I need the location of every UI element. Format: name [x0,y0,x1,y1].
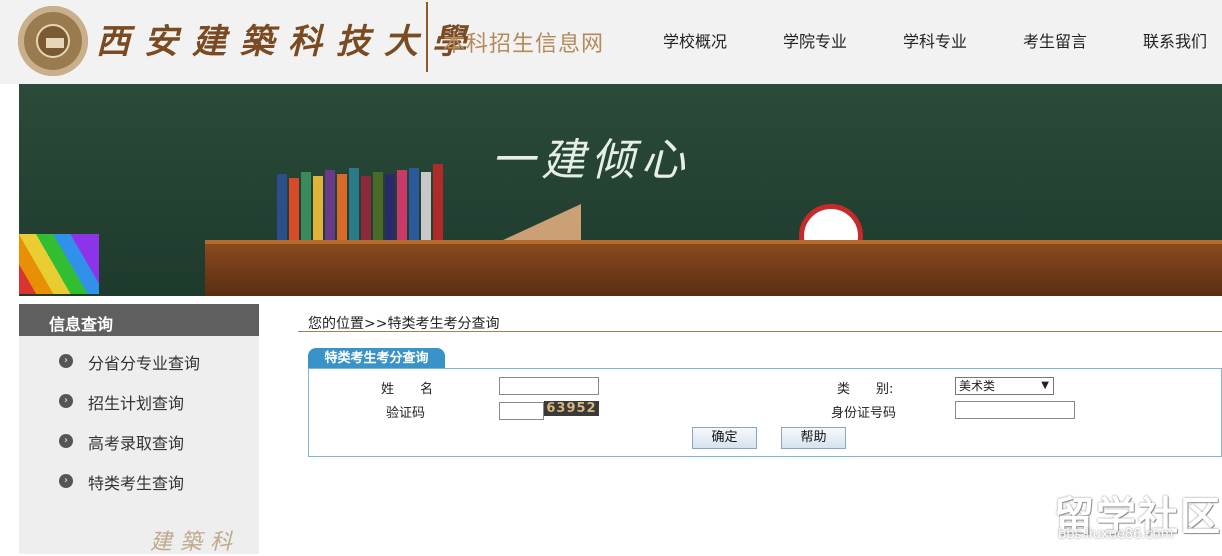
book-icon [373,172,383,244]
id-number-label: 身份证号码 [831,406,897,421]
sidebar-item-label: 招生计划查询 [88,394,185,413]
submit-button[interactable]: 确定 [692,427,757,449]
book-icon [313,176,323,244]
arrow-right-circle-icon: › [59,394,73,408]
panel-tab-title: 特类考生考分查询 [308,348,445,368]
site-title: 本科招生信息网 [443,32,605,57]
banner-slogan: 一建倾心 [491,135,691,186]
sidebar-seal-watermark: 建築科 [150,530,241,555]
header-divider [426,2,428,72]
nav-discipline-majors[interactable]: 学科专业 [903,28,967,52]
book-icon [349,168,359,244]
book-icon [433,164,443,244]
nav-college-majors[interactable]: 学院专业 [783,28,847,52]
watermark-url: bbs.liuxue86.com [1058,527,1174,542]
university-logo-icon[interactable] [18,6,88,76]
book-icon [301,172,311,244]
breadcrumb-text: 您的位置>>特类考生考分查询 [308,316,500,332]
arrow-right-circle-icon: › [59,434,73,448]
category-selected-value: 美术类 [959,379,996,393]
score-query-form [308,368,1222,457]
university-name: 西安建築科技大學 [96,22,480,62]
category-label: 类 别: [837,382,894,397]
book-icon [289,178,299,244]
book-icon [337,174,347,244]
captcha-label: 验证码 [386,406,426,421]
sidebar-item-label: 分省分专业查询 [88,354,201,373]
category-select[interactable]: 美术类 ▼ [955,377,1054,395]
book-icon [361,176,371,244]
book-icon [409,168,419,244]
name-input[interactable] [499,377,599,395]
captcha-image[interactable]: 63952 [544,401,599,416]
captcha-input[interactable] [499,402,544,420]
arrow-right-circle-icon: › [59,354,73,368]
sidebar-title: 信息查询 [19,304,259,336]
name-label: 姓 名 [381,382,434,397]
breadcrumb: 您的位置>>特类考生考分查询 [298,313,1222,332]
arrow-right-circle-icon: › [59,474,73,488]
book-icon [385,174,395,244]
id-number-input[interactable] [955,401,1075,419]
nav-candidate-messages[interactable]: 考生留言 [1023,28,1087,52]
book-icon [397,170,407,244]
colored-pencils-icon [19,234,99,294]
book-icon [277,174,287,244]
site-header: 西安建築科技大學 本科招生信息网 学校概况 学院专业 学科专业 考生留言 联系我… [0,0,1222,84]
book-icon [325,170,335,244]
hero-banner: 一建倾心 [19,84,1222,296]
book-icon [421,172,431,244]
sidebar-item-label: 高考录取查询 [88,434,185,453]
desk [205,244,1222,296]
help-button[interactable]: 帮助 [781,427,846,449]
nav-school-overview[interactable]: 学校概况 [663,28,727,52]
sidebar-item-label: 特类考生查询 [88,474,185,493]
dropdown-arrow-icon: ▼ [1041,380,1049,391]
sidebar-title-text: 信息查询 [49,315,114,334]
nav-contact-us[interactable]: 联系我们 [1143,28,1207,52]
